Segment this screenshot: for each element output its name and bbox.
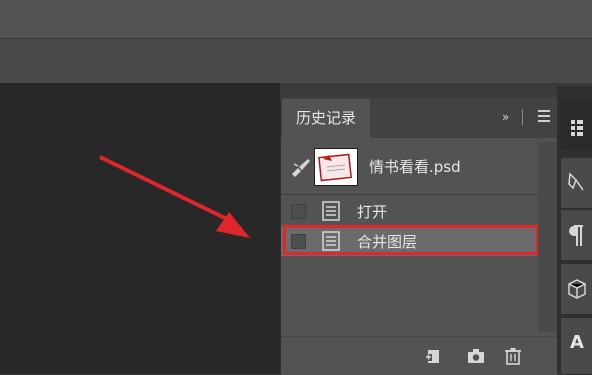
history-state-label: 打开	[357, 203, 388, 221]
dock-button-history[interactable]	[561, 100, 592, 151]
history-panel-header: 历史记录 »	[281, 98, 558, 138]
collapse-panel-icon[interactable]: »	[502, 110, 509, 124]
panel-menu-icon[interactable]	[538, 110, 550, 122]
trash-icon[interactable]	[503, 346, 523, 366]
snapshot-name: 情书看看.psd	[369, 158, 461, 176]
3d-cube-icon	[568, 279, 586, 299]
header-divider	[522, 109, 523, 125]
panel-scrollbar[interactable]	[538, 142, 558, 332]
history-tab[interactable]: 历史记录	[282, 99, 370, 138]
paragraph-icon	[569, 225, 583, 246]
document-thumbnail[interactable]	[314, 148, 358, 186]
history-panel: 历史记录 » 情书看看.psd 打开 合并图层	[280, 98, 558, 375]
right-panel-dock: A	[557, 86, 592, 375]
dock-button-brush[interactable]	[561, 158, 592, 209]
history-brush-source-checkbox[interactable]	[291, 204, 306, 219]
history-panel-footer	[281, 336, 558, 375]
thumbnail-image	[318, 152, 354, 182]
dock-button-character[interactable]: A	[561, 318, 592, 375]
document-icon	[322, 201, 340, 221]
brush-icon[interactable]	[289, 156, 313, 180]
new-document-from-state-icon[interactable]	[424, 346, 444, 366]
character-panel-icon: A	[570, 332, 584, 353]
history-panel-icon	[571, 120, 583, 136]
history-state-open[interactable]: 打开	[281, 196, 538, 226]
camera-icon[interactable]	[466, 346, 486, 366]
dock-button-3d[interactable]	[561, 264, 592, 315]
selection-highlight-box	[283, 225, 539, 255]
dock-button-paragraph[interactable]	[561, 210, 592, 261]
brush-settings-icon	[568, 172, 584, 191]
history-snapshot-row[interactable]: 情书看看.psd	[281, 142, 538, 195]
